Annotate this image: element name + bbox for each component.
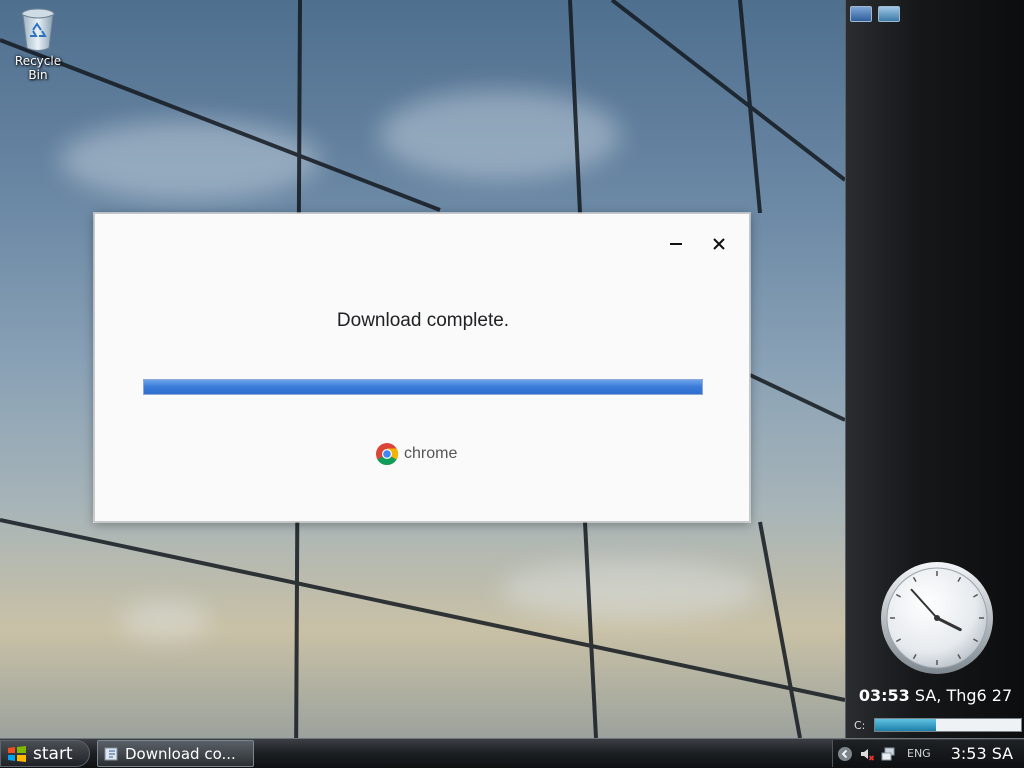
tray-language[interactable]: ENG — [907, 747, 931, 760]
drive-meter-gadget: C: — [854, 717, 1022, 733]
start-label: start — [33, 743, 73, 764]
sidebar-toolbar — [850, 6, 900, 22]
dialog-status-text: Download complete. — [336, 310, 510, 331]
start-button[interactable]: start — [0, 740, 90, 767]
volume-muted-icon[interactable] — [859, 746, 875, 762]
installer-icon — [104, 747, 118, 760]
windows-sidebar: 03:53 SA, Thg6 27 C: — [845, 0, 1024, 738]
recycle-bin-shortcut[interactable]: Recycle Bin — [4, 6, 72, 82]
network-icon[interactable] — [881, 746, 897, 762]
taskbar: start Download co... ENG 3:53 SA — [0, 738, 1024, 768]
windows-logo-icon — [8, 745, 26, 762]
download-progress-bar — [143, 379, 703, 395]
minimize-button[interactable] — [664, 234, 688, 254]
recycle-bin-icon — [18, 6, 58, 52]
drive-usage-fill — [875, 719, 937, 731]
minimize-icon — [670, 243, 682, 245]
sidebar-time: 03:53 — [858, 686, 910, 705]
recycle-bin-label: Recycle Bin — [14, 54, 62, 82]
drive-label: C: — [854, 718, 866, 732]
chrome-brand-label: chrome — [404, 445, 458, 462]
chrome-installer-dialog: Download complete. chrome — [94, 213, 750, 522]
chrome-brand: chrome — [375, 442, 457, 466]
drive-usage-bar — [874, 718, 1022, 732]
sidebar-date: SA, Thg6 27 — [909, 686, 1013, 705]
taskbar-window-label: Download co... — [125, 744, 236, 763]
sidebar-add-gadget-icon[interactable] — [850, 6, 872, 22]
chrome-logo-icon — [376, 443, 399, 465]
sidebar-gadgets-icon[interactable] — [878, 6, 900, 22]
download-progress-fill — [144, 380, 702, 394]
tray-expand-icon[interactable] — [837, 746, 853, 762]
sidebar-date-time: 03:53 SA, Thg6 27 — [846, 686, 1024, 705]
clock-gadget[interactable] — [879, 560, 995, 676]
close-button[interactable] — [707, 234, 731, 254]
tray-clock[interactable]: 3:53 SA — [951, 744, 1013, 763]
system-tray: ENG 3:53 SA — [832, 740, 1024, 767]
taskbar-window-button[interactable]: Download co... — [97, 740, 254, 767]
close-icon — [713, 238, 725, 250]
